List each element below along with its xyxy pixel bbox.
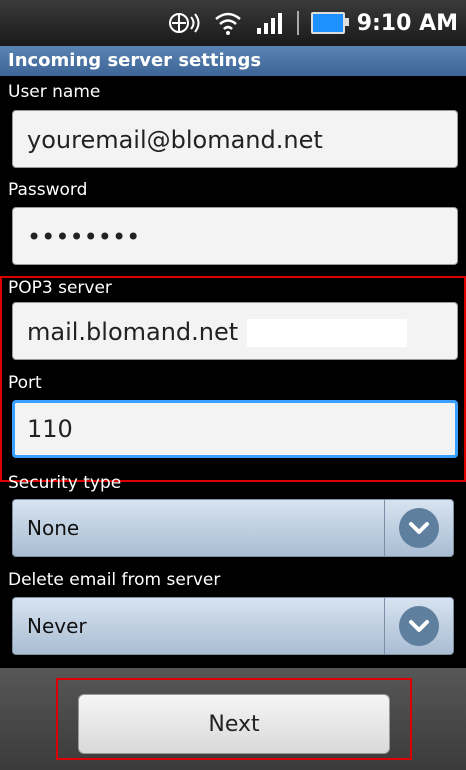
security-type-value: None (27, 516, 80, 540)
status-clock: 9:10 AM (356, 10, 458, 36)
delete-email-label: Delete email from server (8, 570, 221, 590)
password-value: •••••••• (27, 223, 141, 251)
security-type-label: Security type (8, 473, 122, 493)
username-label: User name (8, 82, 101, 102)
highlight-box-server (0, 276, 466, 482)
username-value: youremail@blomand.net (27, 126, 323, 154)
security-type-select[interactable]: None (12, 499, 454, 557)
chevron-down-icon (399, 508, 439, 548)
status-divider (296, 11, 299, 35)
status-bar: 9:10 AM (0, 0, 466, 46)
username-field[interactable]: youremail@blomand.net (12, 110, 458, 168)
data-sync-icon (167, 10, 201, 36)
wifi-icon (213, 10, 243, 36)
highlight-box-next (56, 678, 412, 760)
password-label: Password (8, 180, 88, 200)
battery-icon (310, 12, 349, 34)
chevron-down-icon (399, 606, 439, 646)
delete-email-value: Never (27, 614, 87, 638)
security-type-dropdown-button[interactable] (384, 500, 453, 556)
delete-email-select[interactable]: Never (12, 597, 454, 655)
signal-icon (255, 10, 285, 36)
page-title: Incoming server settings (0, 46, 466, 76)
password-field[interactable]: •••••••• (12, 207, 458, 265)
delete-email-dropdown-button[interactable] (384, 598, 453, 654)
